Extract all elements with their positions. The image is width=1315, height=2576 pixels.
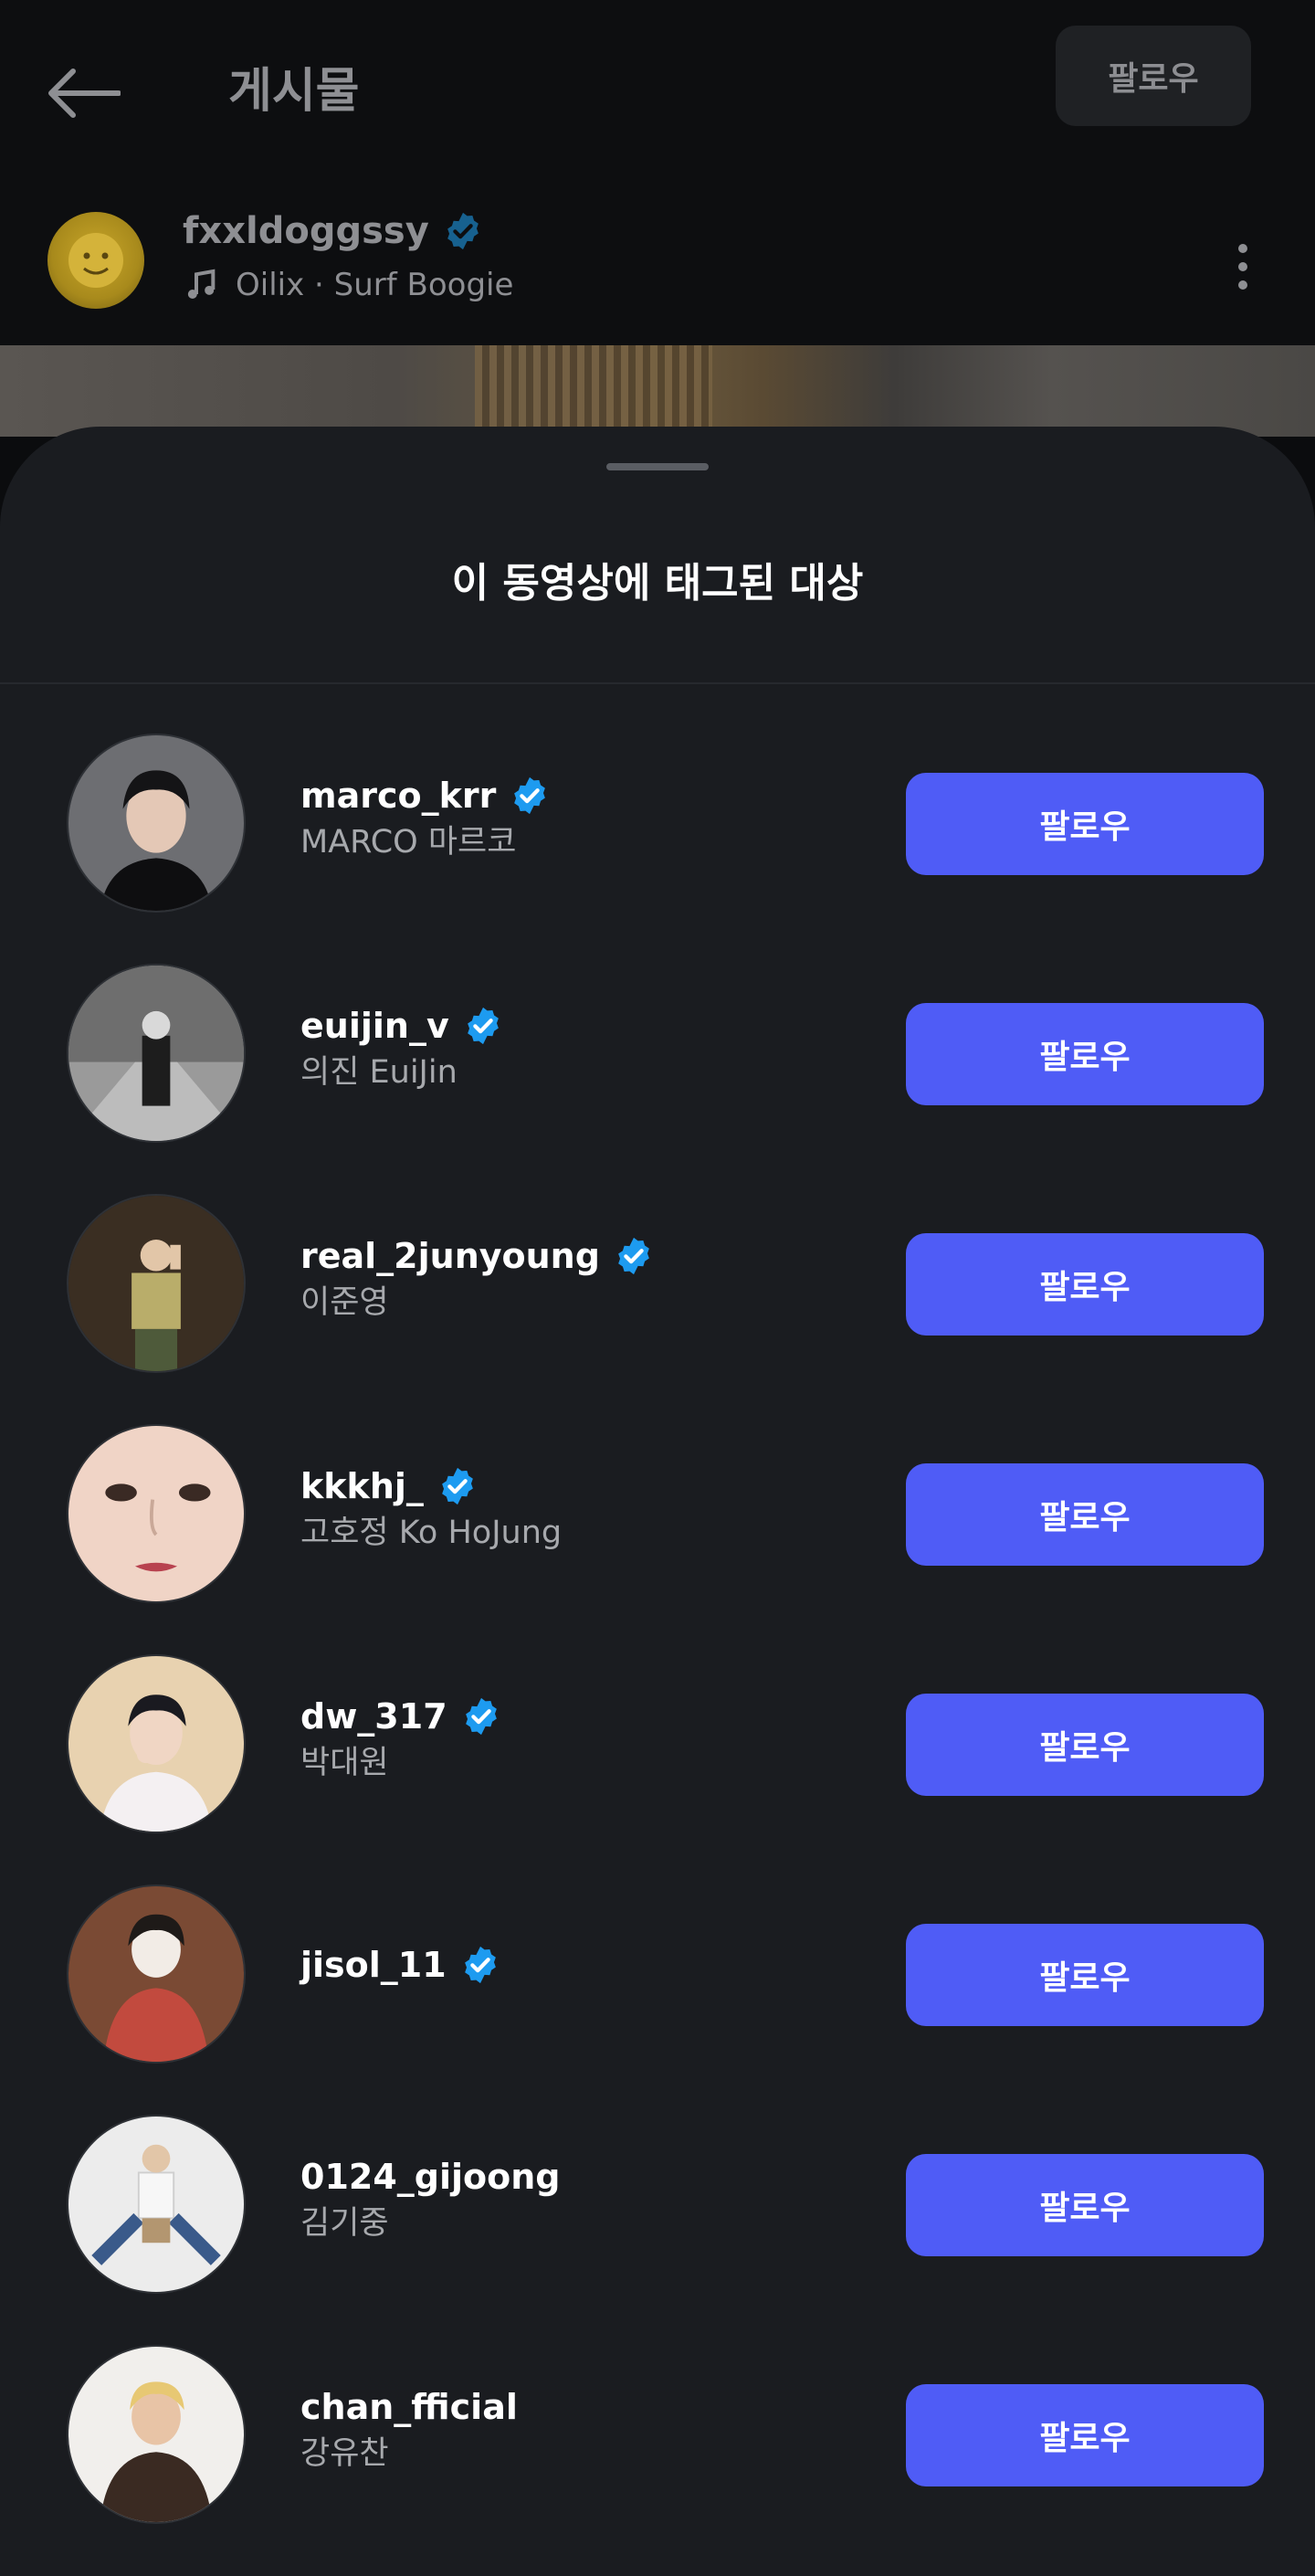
tagged-users-list: marco_krr MARCO 마르코 팔로우 euijin_v 의진 EuiJ…: [0, 701, 1315, 2542]
more-options-icon[interactable]: [1220, 230, 1266, 303]
user-full-name: 이준영: [300, 1284, 389, 1321]
follow-button[interactable]: 팔로우: [906, 2384, 1264, 2486]
music-note-icon: [187, 269, 216, 299]
user-avatar[interactable]: [67, 964, 246, 1143]
username-line: dw_317: [300, 1694, 502, 1738]
verified-badge-icon: [460, 1695, 502, 1737]
top-follow-button[interactable]: 팔로우: [1056, 26, 1251, 126]
username-line: kkkhj_: [300, 1464, 562, 1508]
follow-button[interactable]: 팔로우: [906, 1463, 1264, 1566]
user-full-name: 의진 EuiJin: [300, 1054, 458, 1091]
verified-badge-icon: [509, 775, 551, 817]
user-info: marco_krr MARCO 마르코: [300, 774, 551, 865]
user-avatar[interactable]: [67, 1424, 246, 1603]
follow-button[interactable]: 팔로우: [906, 2154, 1264, 2256]
username-line: 0124_gijoong: [300, 2155, 560, 2199]
tagged-user-row[interactable]: real_2junyoung 이준영 팔로우: [0, 1161, 1315, 1391]
username[interactable]: kkkhj_: [300, 1464, 424, 1508]
username-line: chan_fficial: [300, 2385, 518, 2429]
follow-button[interactable]: 팔로우: [906, 1003, 1264, 1105]
tagged-user-row[interactable]: marco_krr MARCO 마르코 팔로우: [0, 701, 1315, 931]
user-avatar[interactable]: [67, 1654, 246, 1833]
back-button[interactable]: [46, 57, 133, 130]
verified-badge-icon: [613, 1235, 655, 1277]
user-avatar[interactable]: [67, 734, 246, 913]
username[interactable]: chan_fficial: [300, 2385, 518, 2429]
user-info: real_2junyoung 이준영: [300, 1234, 655, 1325]
user-info: chan_fficial 강유찬: [300, 2385, 518, 2476]
verified-badge-icon: [459, 1944, 501, 1986]
user-avatar[interactable]: [67, 1884, 246, 2064]
user-avatar[interactable]: [67, 2115, 246, 2294]
tagged-people-sheet: 이 동영상에 태그된 대상 marco_krr MARCO 마르코 팔로우 eu…: [0, 427, 1315, 2576]
user-full-name: 박대원: [300, 1745, 389, 1781]
post-background: 게시물 팔로우 fxxldoggssy Oilix · Surf Boogie: [0, 0, 1315, 437]
user-info: dw_317 박대원: [300, 1694, 502, 1786]
tagged-user-row[interactable]: dw_317 박대원 팔로우: [0, 1621, 1315, 1852]
verified-badge-icon: [442, 210, 484, 252]
follow-button[interactable]: 팔로우: [906, 1924, 1264, 2026]
username-line: real_2junyoung: [300, 1234, 655, 1278]
username[interactable]: marco_krr: [300, 774, 496, 818]
verified-badge-icon: [462, 1005, 504, 1047]
post-music[interactable]: Oilix · Surf Boogie: [183, 267, 513, 303]
user-avatar[interactable]: [67, 1194, 246, 1373]
username[interactable]: dw_317: [300, 1694, 447, 1738]
app-screen: 게시물 팔로우 fxxldoggssy Oilix · Surf Boogie …: [0, 0, 1315, 2576]
author-username-line[interactable]: fxxldoggssy: [183, 210, 484, 252]
user-full-name: MARCO 마르코: [300, 824, 517, 860]
top-app-bar: 게시물 팔로우: [0, 0, 1315, 183]
page-title: 게시물: [228, 64, 360, 119]
tagged-user-row[interactable]: 0124_gijoong 김기중 팔로우: [0, 2082, 1315, 2312]
user-full-name: 김기중: [300, 2205, 389, 2242]
username-line: euijin_v: [300, 1004, 504, 1048]
user-info: kkkhj_ 고호정 Ko HoJung: [300, 1464, 562, 1556]
follow-button[interactable]: 팔로우: [906, 1694, 1264, 1796]
author-avatar[interactable]: [47, 212, 144, 309]
follow-button[interactable]: 팔로우: [906, 1233, 1264, 1336]
user-full-name: 강유찬: [300, 2435, 389, 2472]
tagged-user-row[interactable]: euijin_v 의진 EuiJin 팔로우: [0, 931, 1315, 1161]
tagged-user-row[interactable]: kkkhj_ 고호정 Ko HoJung 팔로우: [0, 1391, 1315, 1621]
verified-badge-icon: [437, 1465, 479, 1507]
music-label: Oilix · Surf Boogie: [236, 267, 514, 303]
user-info: jisol_11: [300, 1943, 501, 1987]
tagged-user-row[interactable]: jisol_11 팔로우: [0, 1852, 1315, 2082]
user-info: 0124_gijoong 김기중: [300, 2155, 560, 2246]
username-line: marco_krr: [300, 774, 551, 818]
username[interactable]: euijin_v: [300, 1004, 449, 1048]
user-info: euijin_v 의진 EuiJin: [300, 1004, 504, 1095]
username[interactable]: jisol_11: [300, 1943, 447, 1987]
sheet-title: 이 동영상에 태그된 대상: [451, 560, 864, 607]
arrow-left-icon: [48, 69, 121, 118]
username[interactable]: real_2junyoung: [300, 1234, 600, 1278]
username[interactable]: 0124_gijoong: [300, 2155, 560, 2199]
video-preview: [0, 345, 1315, 437]
sheet-divider: [0, 682, 1315, 684]
post-author-row: fxxldoggssy Oilix · Surf Boogie: [0, 183, 1315, 345]
username-line: jisol_11: [300, 1943, 501, 1987]
sheet-drag-handle[interactable]: [606, 463, 709, 470]
follow-button[interactable]: 팔로우: [906, 773, 1264, 875]
user-avatar[interactable]: [67, 2345, 246, 2524]
user-full-name: 고호정 Ko HoJung: [300, 1515, 563, 1551]
author-username[interactable]: fxxldoggssy: [183, 210, 429, 252]
tagged-user-row[interactable]: chan_fficial 강유찬 팔로우: [0, 2312, 1315, 2542]
